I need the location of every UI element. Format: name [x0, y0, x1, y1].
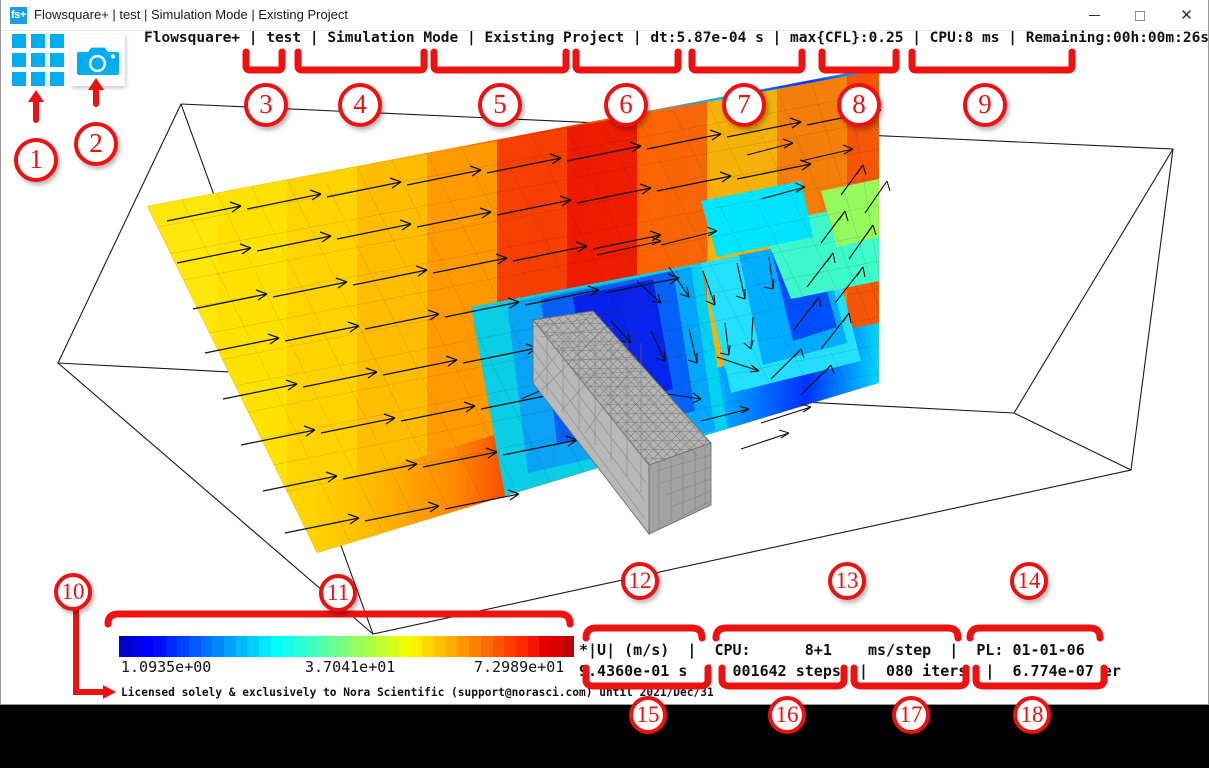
grid-cell — [31, 34, 45, 48]
colorbar-band — [235, 636, 248, 657]
grid-cell — [50, 53, 64, 67]
colorbar-band — [399, 636, 411, 657]
colorbar-band — [480, 636, 493, 657]
camera-capture-icon — [77, 47, 119, 75]
colorbar-band — [527, 636, 540, 657]
colorbar-band — [270, 636, 283, 657]
colorbar-band — [177, 636, 190, 657]
window-controls: ✕ — [1071, 0, 1208, 31]
close-button[interactable]: ✕ — [1163, 0, 1208, 31]
colorbar-band — [387, 636, 400, 657]
colorbar-band — [445, 636, 458, 657]
colorbar-band — [130, 636, 143, 657]
colorbar-band — [189, 636, 201, 657]
colorbar-band — [224, 636, 236, 657]
colorbar-band — [317, 636, 330, 657]
colorbar-band — [200, 636, 213, 657]
colorbar-band — [515, 636, 528, 657]
camera-capture-button[interactable] — [71, 34, 125, 86]
colorbar-band — [375, 636, 388, 657]
grid-cell — [31, 53, 45, 67]
screen: fs+ Flowsquare+ | test | Simulation Mode… — [0, 0, 1209, 763]
colorbar-band — [492, 636, 505, 657]
grid-cell — [12, 72, 26, 86]
title-bar: fs+ Flowsquare+ | test | Simulation Mode… — [1, 0, 1208, 31]
minimize-button[interactable] — [1071, 0, 1117, 31]
colorbar-band — [340, 636, 353, 657]
maximize-button[interactable] — [1117, 0, 1163, 31]
colorbar-band — [212, 636, 225, 657]
status-bottom-line2: 9.4360e-01 s | 001642 steps | 080 iters … — [579, 662, 1121, 680]
simulation-status-bottom: *|U| (m/s) | CPU: 8+1 ms/step | PL: 01-0… — [579, 640, 1121, 682]
colorbar-band — [422, 636, 435, 657]
colorbar-labels: 1.0935e+00 3.7041e+01 7.2989e+01 — [119, 658, 574, 679]
simulation-viewport[interactable]: Flowsquare+ | test | Simulation Mode | E… — [1, 30, 1209, 704]
app-icon: fs+ — [10, 7, 27, 24]
status-bottom-line1: *|U| (m/s) | CPU: 8+1 ms/step | PL: 01-0… — [579, 641, 1085, 659]
colorbar-band — [259, 636, 271, 657]
grid-cell — [50, 72, 64, 86]
colorbar-band — [352, 636, 365, 657]
colorbar-band — [457, 636, 470, 657]
close-icon: ✕ — [1180, 7, 1193, 24]
minimize-icon — [1088, 15, 1100, 16]
colorbar-band — [247, 636, 260, 657]
colorbar-band — [550, 636, 563, 657]
colorbar-band — [142, 636, 155, 657]
colorbar-band — [410, 636, 423, 657]
colorbar-band — [119, 636, 131, 657]
colorbar-band — [282, 636, 295, 657]
license-text: Licensed solely & exclusively to Nora Sc… — [121, 686, 714, 699]
grid-cell — [12, 53, 26, 67]
grid-menu-icon[interactable] — [12, 34, 64, 86]
flowfield-canvas — [57, 67, 1174, 635]
colorbar-gradient — [119, 636, 575, 657]
simulation-status-top: Flowsquare+ | test | Simulation Mode | E… — [144, 30, 1209, 46]
grid-cell — [12, 34, 26, 48]
window-title: Flowsquare+ | test | Simulation Mode | E… — [34, 7, 348, 22]
colorbar-mid-label: 3.7041e+01 — [305, 658, 396, 676]
colorbar-band — [165, 636, 178, 657]
grid-cell — [31, 72, 45, 86]
colorbar-band — [154, 636, 166, 657]
velocity-contour-plane — [147, 67, 879, 553]
flowsquare-window: fs+ Flowsquare+ | test | Simulation Mode… — [0, 0, 1209, 705]
colorbar-band — [364, 636, 376, 657]
colorbar-band — [294, 636, 306, 657]
maximize-icon — [1135, 10, 1145, 21]
colorbar-band — [504, 636, 516, 657]
colorbar-max-label: 7.2989e+01 — [474, 658, 565, 676]
colorbar-band — [305, 636, 318, 657]
colorbar-band — [562, 636, 575, 657]
colorbar-band — [329, 636, 341, 657]
grid-cell — [50, 34, 64, 48]
colorbar: 1.0935e+00 3.7041e+01 7.2989e+01 — [119, 636, 575, 679]
colorbar-band — [539, 636, 551, 657]
colorbar-band — [469, 636, 481, 657]
colorbar-min-label: 1.0935e+00 — [121, 658, 212, 676]
colorbar-band — [434, 636, 446, 657]
